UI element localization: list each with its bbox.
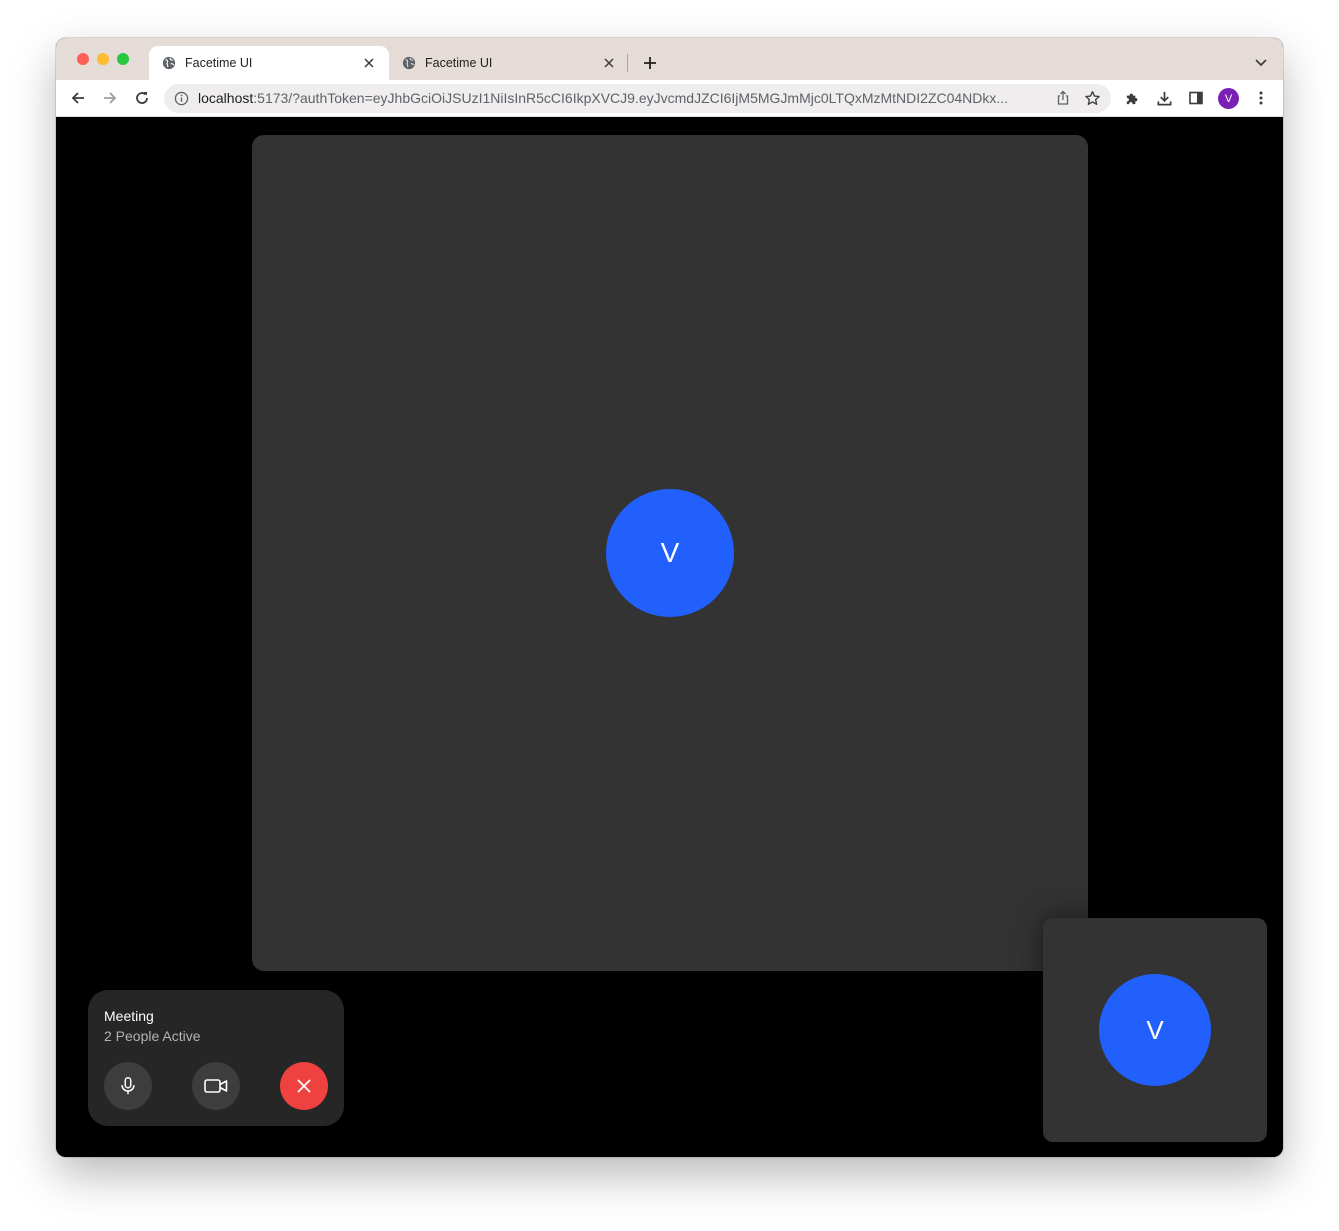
video-camera-icon <box>204 1079 228 1093</box>
tab-separator <box>627 54 628 72</box>
microphone-toggle-button[interactable] <box>104 1062 152 1110</box>
globe-icon <box>162 56 176 70</box>
close-icon <box>297 1079 311 1093</box>
back-button[interactable] <box>68 88 88 108</box>
address-bar[interactable]: localhost:5173/?authToken=eyJhbGciOiJSUz… <box>164 84 1111 113</box>
close-tab-icon[interactable] <box>601 55 617 71</box>
plus-icon <box>644 57 656 69</box>
self-preview-tile: V <box>1043 918 1267 1142</box>
maximize-window-button[interactable] <box>117 53 129 65</box>
call-page: V Meeting 2 People Active V <box>56 118 1283 1157</box>
camera-toggle-button[interactable] <box>192 1062 240 1110</box>
minimize-window-button[interactable] <box>97 53 109 65</box>
side-panel-icon <box>1189 91 1203 105</box>
arrow-left-icon <box>71 92 84 104</box>
more-vertical-icon <box>1259 91 1263 105</box>
main-participant-tile: V <box>252 135 1088 971</box>
extensions-button[interactable] <box>1122 88 1142 108</box>
downloads-button[interactable] <box>1154 88 1174 108</box>
reload-icon <box>136 92 148 104</box>
new-tab-button[interactable] <box>640 53 660 73</box>
self-participant-avatar: V <box>1099 974 1211 1086</box>
tab-title: Facetime UI <box>425 56 493 70</box>
tab-strip: Facetime UI Facetime UI <box>56 38 1283 80</box>
side-panel-button[interactable] <box>1186 88 1206 108</box>
info-icon[interactable] <box>174 91 189 106</box>
profile-avatar[interactable]: V <box>1218 88 1239 109</box>
arrow-right-icon <box>104 92 117 104</box>
meeting-controls-panel: Meeting 2 People Active <box>88 990 344 1126</box>
close-tab-icon[interactable] <box>361 55 377 71</box>
browser-window: Facetime UI Facetime UI localhost:5173/?… <box>56 38 1283 1157</box>
main-participant-avatar: V <box>606 489 734 617</box>
tab-facetime-ui[interactable]: Facetime UI <box>389 46 629 80</box>
url-path: :5173/?authToken=eyJhbGciOiJSUzI1NiIsInR… <box>253 90 1009 106</box>
active-participants-count: 2 People Active <box>104 1028 201 1044</box>
download-icon <box>1157 91 1171 105</box>
meeting-title: Meeting <box>104 1008 154 1024</box>
tab-title: Facetime UI <box>185 56 253 70</box>
browser-toolbar: localhost:5173/?authToken=eyJhbGciOiJSUz… <box>56 80 1283 117</box>
forward-button[interactable] <box>100 88 120 108</box>
globe-icon <box>402 56 416 70</box>
tab-facetime-ui-active[interactable]: Facetime UI <box>149 46 389 80</box>
reload-button[interactable] <box>132 88 152 108</box>
url-text[interactable]: localhost:5173/?authToken=eyJhbGciOiJSUz… <box>198 90 1044 107</box>
url-host: localhost <box>198 90 254 106</box>
puzzle-icon <box>1126 93 1137 104</box>
end-call-button[interactable] <box>280 1062 328 1110</box>
browser-menu-button[interactable] <box>1251 88 1271 108</box>
chevron-down-icon[interactable] <box>1253 54 1269 70</box>
microphone-icon <box>121 1077 135 1095</box>
close-window-button[interactable] <box>77 53 89 65</box>
star-icon[interactable] <box>1084 90 1101 107</box>
share-icon[interactable] <box>1055 90 1071 106</box>
